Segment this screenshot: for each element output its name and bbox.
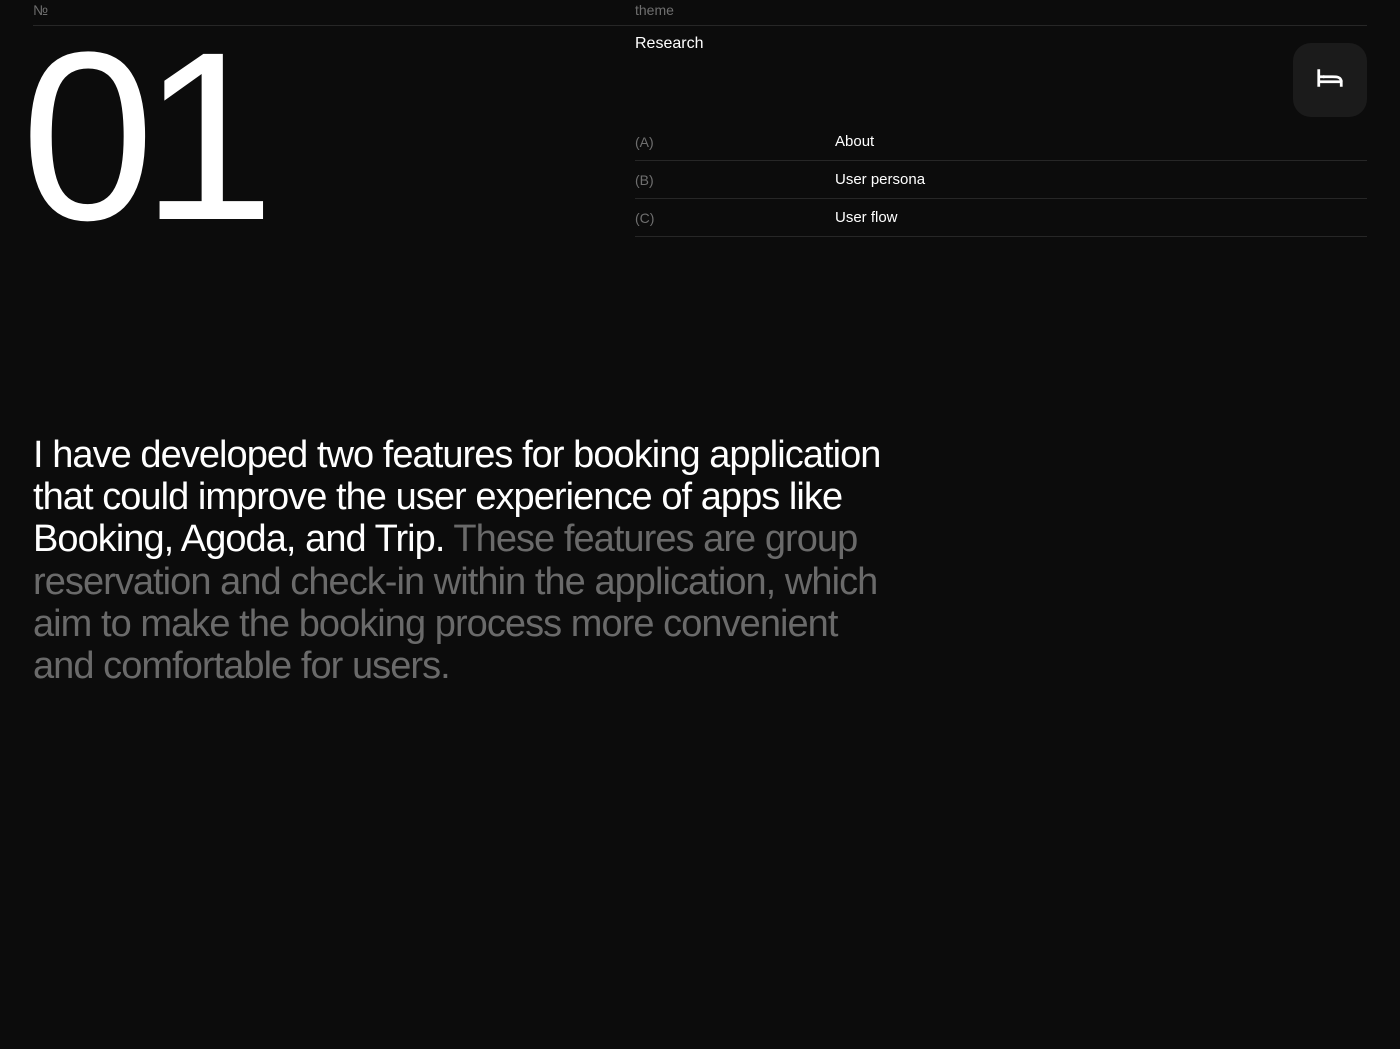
toc-key: (B) — [635, 172, 835, 188]
toc-row: (C) User flow — [635, 199, 1367, 237]
toc-label: User flow — [835, 209, 898, 226]
page-root: № theme 01 Research (A) About (B) User p… — [0, 0, 1400, 1049]
toc-key: (A) — [635, 134, 835, 150]
theme-icon-tile — [1293, 43, 1367, 117]
toc-row: (B) User persona — [635, 161, 1367, 199]
body-paragraph: I have developed two features for bookin… — [33, 434, 903, 687]
section-number: 01 — [21, 38, 635, 235]
toc-label: About — [835, 133, 874, 150]
toc-row: (A) About — [635, 123, 1367, 161]
theme-header-label: theme — [635, 0, 1367, 18]
theme-title: Research — [635, 26, 1367, 123]
toc-key: (C) — [635, 210, 835, 226]
toc-label: User persona — [835, 171, 925, 188]
bed-icon — [1315, 63, 1345, 98]
toc-list: (A) About (B) User persona (C) User flow — [635, 123, 1367, 237]
